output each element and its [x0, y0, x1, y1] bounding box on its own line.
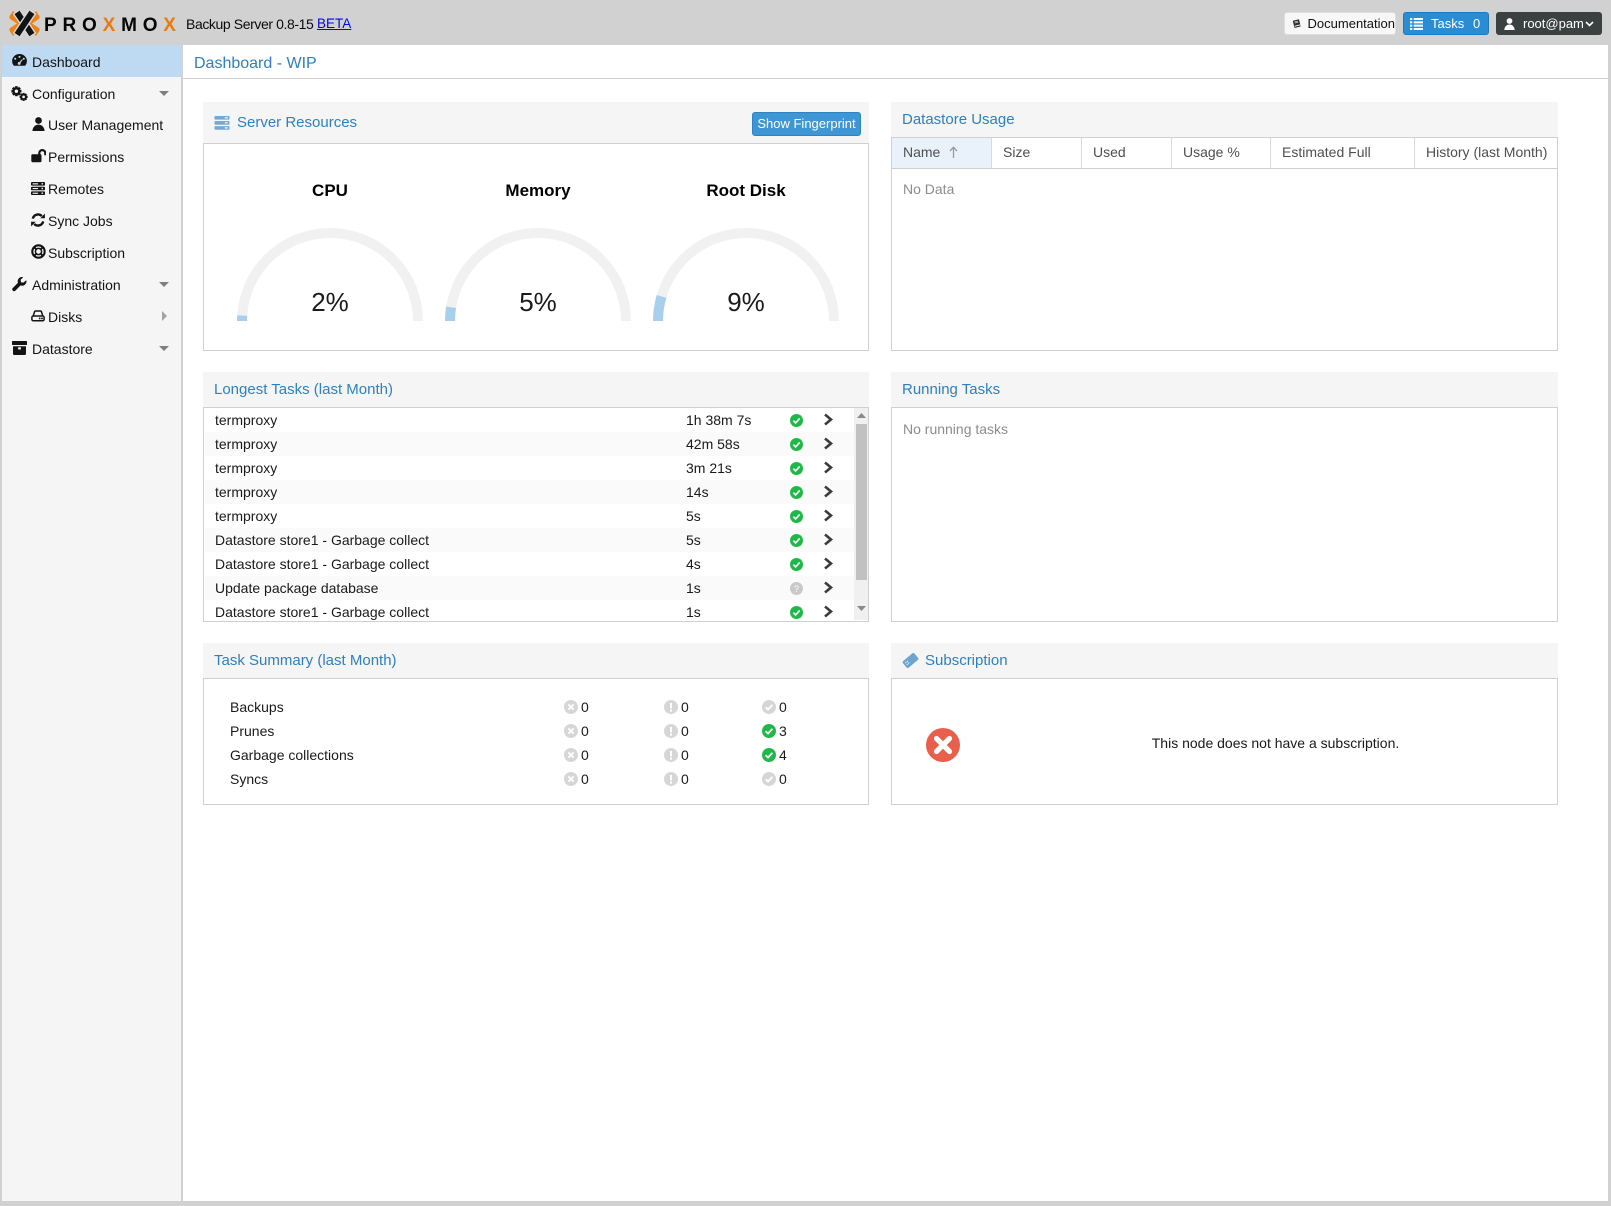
svg-text:?: ? [794, 584, 799, 594]
